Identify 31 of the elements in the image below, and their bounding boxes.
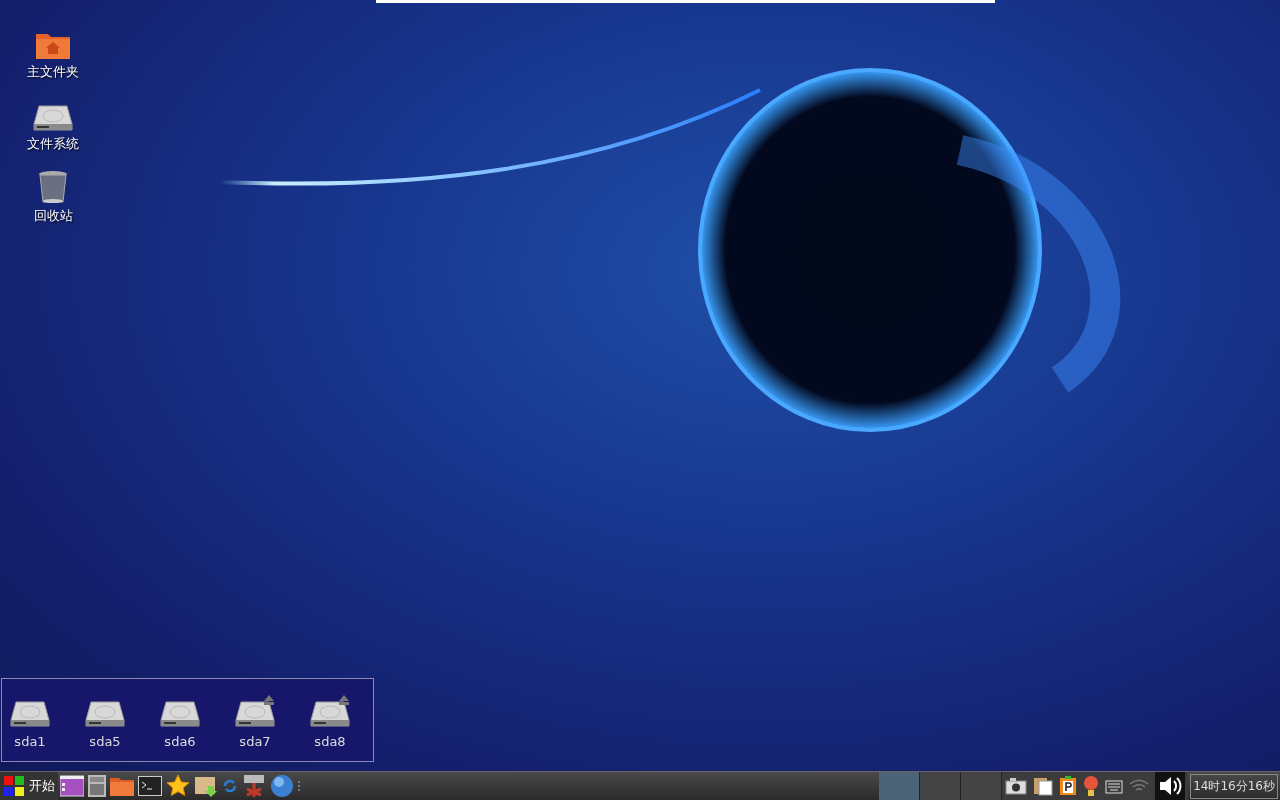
- drive-label[interactable]: sda7: [239, 733, 271, 749]
- desktop-icon-label[interactable]: 主文件夹: [27, 64, 79, 80]
- desktop-icon-label[interactable]: 回收站: [33, 208, 73, 224]
- volume-icon[interactable]: [1155, 772, 1186, 800]
- panel-grip: [298, 781, 302, 791]
- keyboard-icon[interactable]: [1105, 778, 1124, 794]
- drive-label[interactable]: sda5: [89, 733, 121, 749]
- parking-icon[interactable]: [1059, 776, 1078, 796]
- wifi-icon[interactable]: [1129, 778, 1150, 794]
- globe-icon[interactable]: [270, 774, 294, 798]
- desktop-icon-label[interactable]: 文件系统: [27, 136, 79, 152]
- hard-drive-icon[interactable]: [85, 699, 125, 728]
- folder-icon[interactable]: [110, 776, 134, 796]
- hard-drive-icon[interactable]: [160, 699, 200, 728]
- window-icon[interactable]: [60, 775, 84, 797]
- tool-icon[interactable]: [242, 774, 266, 798]
- star-icon[interactable]: [166, 774, 190, 798]
- windows-flag-icon: [3, 775, 25, 797]
- drive-label[interactable]: sda1: [14, 733, 46, 749]
- terminal-icon[interactable]: [138, 776, 162, 796]
- drive-label[interactable]: sda6: [164, 733, 196, 749]
- package-icon[interactable]: [194, 774, 218, 798]
- workspace-button[interactable]: [879, 772, 921, 800]
- hard-drive-icon[interactable]: [10, 699, 50, 728]
- start-button[interactable]: 开始: [0, 772, 58, 800]
- clipboard-icon[interactable]: [1033, 776, 1054, 796]
- light-bulb-icon[interactable]: [1083, 775, 1100, 797]
- drive-label[interactable]: sda8: [314, 733, 346, 749]
- refresh-icon[interactable]: [222, 778, 238, 794]
- clock[interactable]: 14时16分16秒: [1190, 773, 1278, 799]
- camera-icon[interactable]: [1005, 777, 1028, 795]
